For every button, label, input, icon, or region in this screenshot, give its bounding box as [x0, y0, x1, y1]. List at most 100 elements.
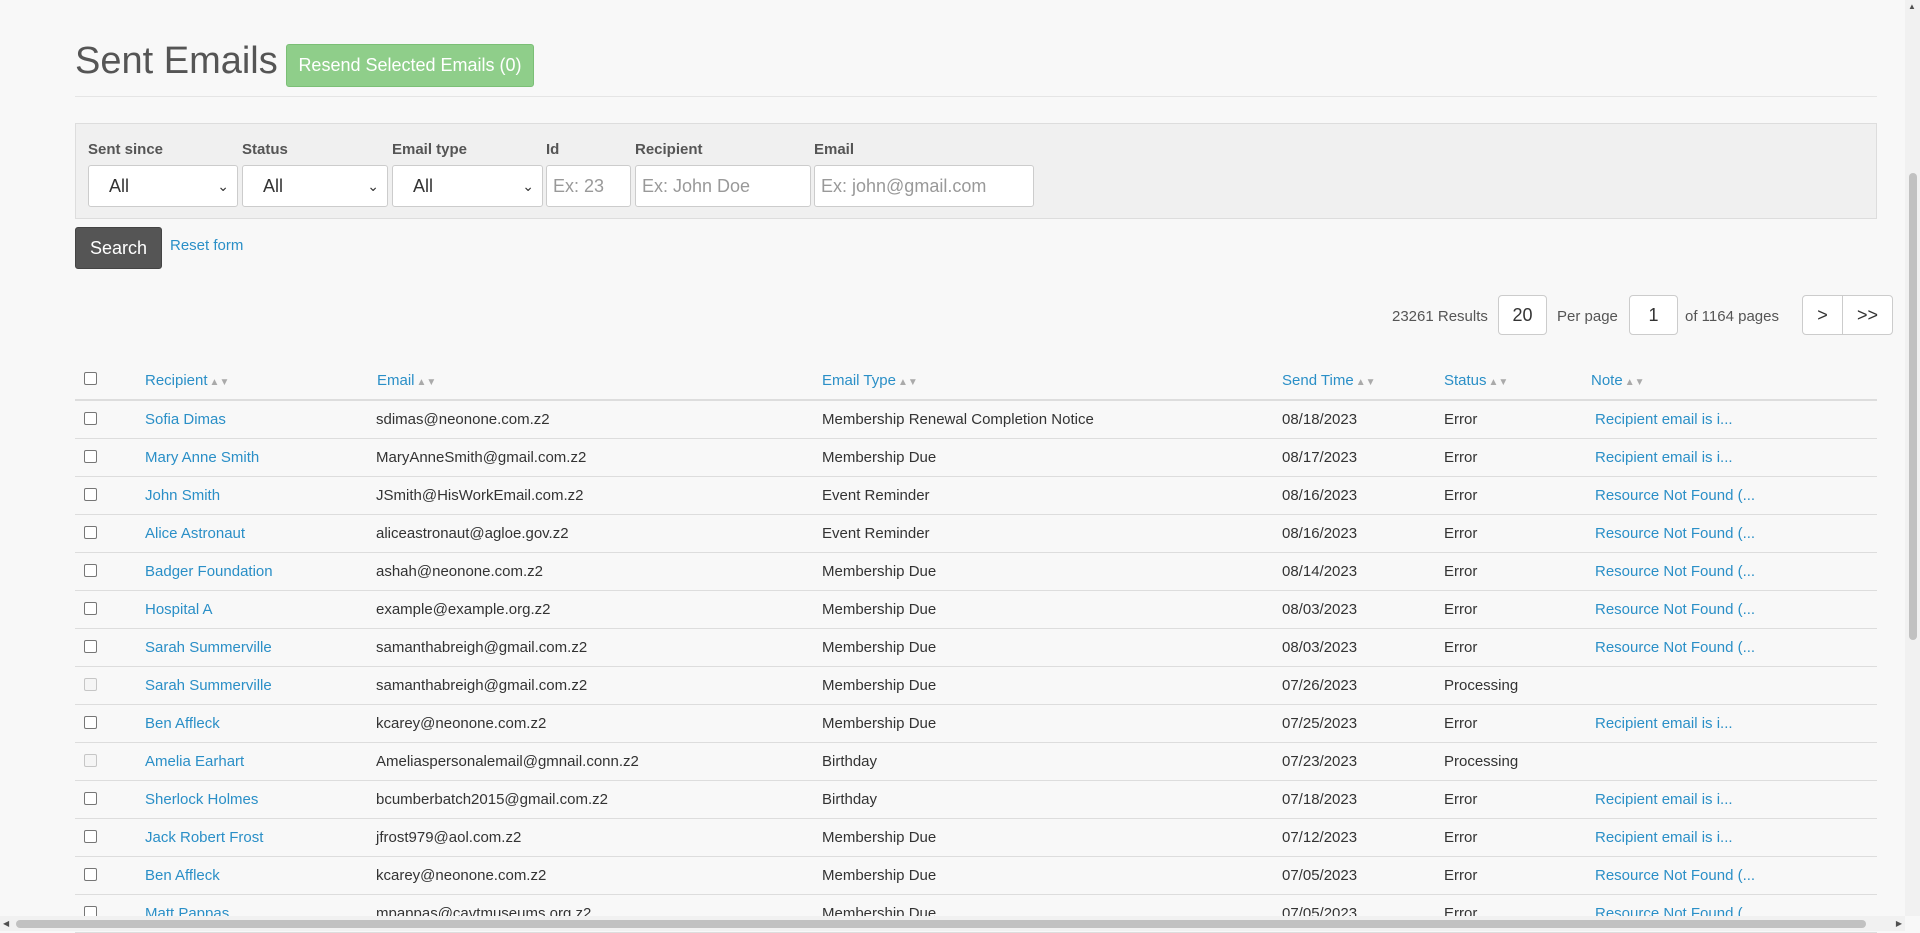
select-all-checkbox[interactable]	[84, 372, 97, 385]
recipient-link[interactable]: Jack Robert Frost	[145, 819, 263, 856]
table-row: Mary Anne Smith MaryAnneSmith@gmail.com.z…	[75, 439, 1877, 477]
sort-icon: ▲▼	[897, 377, 918, 388]
last-page-button[interactable]: >>	[1842, 295, 1893, 335]
recipient-link[interactable]: Amelia Earhart	[145, 743, 244, 780]
email-type-select[interactable]: All ⌄	[392, 165, 543, 207]
recipient-link[interactable]: Ben Affleck	[145, 857, 220, 894]
per-page-input[interactable]: 20	[1498, 295, 1547, 335]
recipient-link[interactable]: Ben Affleck	[145, 705, 220, 742]
vertical-scrollbar[interactable]: ▲	[1905, 0, 1920, 916]
note-link[interactable]: Resource Not Found (...	[1595, 553, 1755, 590]
chevron-down-icon: ⌄	[522, 178, 534, 194]
id-input[interactable]: Ex: 23	[546, 165, 631, 207]
recipient-link[interactable]: Hospital A	[145, 591, 213, 628]
send-time-cell: 08/18/2023	[1282, 411, 1358, 428]
status-cell: Processing	[1444, 753, 1519, 770]
row-checkbox[interactable]	[84, 868, 97, 881]
note-link[interactable]: Recipient email is i...	[1595, 781, 1733, 818]
results-count: 23261 Results	[1392, 308, 1488, 325]
email-type-cell: Membership Due	[822, 563, 937, 580]
email-type-cell: Membership Due	[822, 867, 937, 884]
sent-since-select[interactable]: All ⌄	[88, 165, 238, 207]
status-cell: Error	[1444, 829, 1478, 846]
email-cell: samanthabreigh@gmail.com.z2	[376, 677, 588, 694]
row-checkbox[interactable]	[84, 830, 97, 843]
note-link[interactable]: Recipient email is i...	[1595, 401, 1733, 438]
status-select[interactable]: All ⌄	[242, 165, 388, 207]
page-count: of 1164 pages	[1685, 308, 1779, 325]
send-time-cell: 08/17/2023	[1282, 449, 1358, 466]
recipient-link[interactable]: Sarah Summerville	[145, 667, 272, 704]
table-row: Ben Affleck kcarey@neonone.com.z2 Membersh…	[75, 705, 1877, 743]
id-label: Id	[546, 141, 560, 158]
email-input[interactable]: Ex: john@gmail.com	[814, 165, 1034, 207]
sort-icon: ▲▼	[1488, 377, 1509, 388]
chevron-down-icon: ⌄	[217, 178, 229, 194]
recipient-link[interactable]: John Smith	[145, 477, 220, 514]
status-field: Status All ⌄	[242, 141, 388, 207]
horizontal-scrollbar[interactable]: ◀ ▶	[0, 916, 1905, 931]
email-type-cell: Birthday	[822, 753, 878, 770]
email-type-cell: Membership Due	[822, 639, 937, 656]
status-cell: Error	[1444, 449, 1478, 466]
email-type-cell: Membership Due	[822, 677, 937, 694]
horizontal-scroll-thumb[interactable]	[16, 920, 1866, 928]
table-row: Jack Robert Frost jfrost979@aol.com.z2 Mem…	[75, 819, 1877, 857]
page-input[interactable]: 1	[1629, 295, 1678, 335]
scroll-left-icon[interactable]: ◀	[3, 919, 9, 928]
recipient-input[interactable]: Ex: John Doe	[635, 165, 811, 207]
sort-icon: ▲▼	[1624, 377, 1645, 388]
recipient-field: Recipient Ex: John Doe	[635, 141, 811, 207]
recipient-link[interactable]: Sherlock Holmes	[145, 781, 258, 818]
table-row: Sarah Summerville samanthabreigh@gmail.co…	[75, 667, 1877, 705]
row-checkbox[interactable]	[84, 488, 97, 501]
recipient-link[interactable]: Sofia Dimas	[145, 401, 226, 438]
note-link[interactable]: Resource Not Found (...	[1595, 515, 1755, 552]
note-link[interactable]: Recipient email is i...	[1595, 439, 1733, 476]
note-link[interactable]: Resource Not Found (...	[1595, 591, 1755, 628]
row-checkbox[interactable]	[84, 792, 97, 805]
email-cell: aliceastronaut@agloe.gov.z2	[376, 525, 569, 542]
send-time-cell: 08/03/2023	[1282, 639, 1358, 656]
status-cell: Error	[1444, 715, 1478, 732]
send-time-cell: 08/03/2023	[1282, 601, 1358, 618]
reset-form-link[interactable]: Reset form	[170, 237, 243, 254]
scroll-right-icon[interactable]: ▶	[1896, 919, 1902, 928]
next-page-button[interactable]: >	[1802, 295, 1843, 335]
note-link[interactable]: Resource Not Found (...	[1595, 629, 1755, 666]
recipient-link[interactable]: Alice Astronaut	[145, 515, 245, 552]
note-link[interactable]: Resource Not Found (...	[1595, 857, 1755, 894]
email-type-cell: Membership Due	[822, 449, 937, 466]
email-type-cell: Membership Due	[822, 601, 937, 618]
note-link[interactable]: Recipient email is i...	[1595, 705, 1733, 742]
resend-selected-button[interactable]: Resend Selected Emails (0)	[286, 44, 534, 87]
recipient-link[interactable]: Badger Foundation	[145, 553, 273, 590]
sent-since-field: Sent since All ⌄	[88, 141, 238, 207]
recipient-link[interactable]: Mary Anne Smith	[145, 439, 259, 476]
table-row: Sherlock Holmes bcumberbatch2015@gmail.co…	[75, 781, 1877, 819]
search-button[interactable]: Search	[75, 227, 162, 269]
email-cell: bcumberbatch2015@gmail.com.z2	[376, 791, 609, 808]
table-row: Sarah Summerville samanthabreigh@gmail.co…	[75, 629, 1877, 667]
send-time-cell: 07/26/2023	[1282, 677, 1358, 694]
note-link[interactable]: Resource Not Found (...	[1595, 477, 1755, 514]
row-checkbox[interactable]	[84, 450, 97, 463]
page-header: Sent Emails Resend Selected Emails (0)	[75, 32, 1877, 97]
recipient-link[interactable]: Sarah Summerville	[145, 629, 272, 666]
row-checkbox[interactable]	[84, 526, 97, 539]
scroll-up-icon[interactable]: ▲	[1908, 2, 1916, 11]
vertical-scroll-thumb[interactable]	[1909, 173, 1917, 640]
row-checkbox[interactable]	[84, 640, 97, 653]
sort-icon: ▲▼	[209, 377, 230, 388]
row-checkbox[interactable]	[84, 564, 97, 577]
row-checkbox[interactable]	[84, 716, 97, 729]
row-checkbox	[84, 678, 97, 691]
sort-icon: ▲▼	[416, 377, 437, 388]
note-link[interactable]: Recipient email is i...	[1595, 819, 1733, 856]
send-time-cell: 07/25/2023	[1282, 715, 1358, 732]
send-time-cell: 07/18/2023	[1282, 791, 1358, 808]
send-time-cell: 07/05/2023	[1282, 867, 1358, 884]
row-checkbox[interactable]	[84, 412, 97, 425]
row-checkbox[interactable]	[84, 602, 97, 615]
col-email-label: Email	[377, 372, 415, 389]
